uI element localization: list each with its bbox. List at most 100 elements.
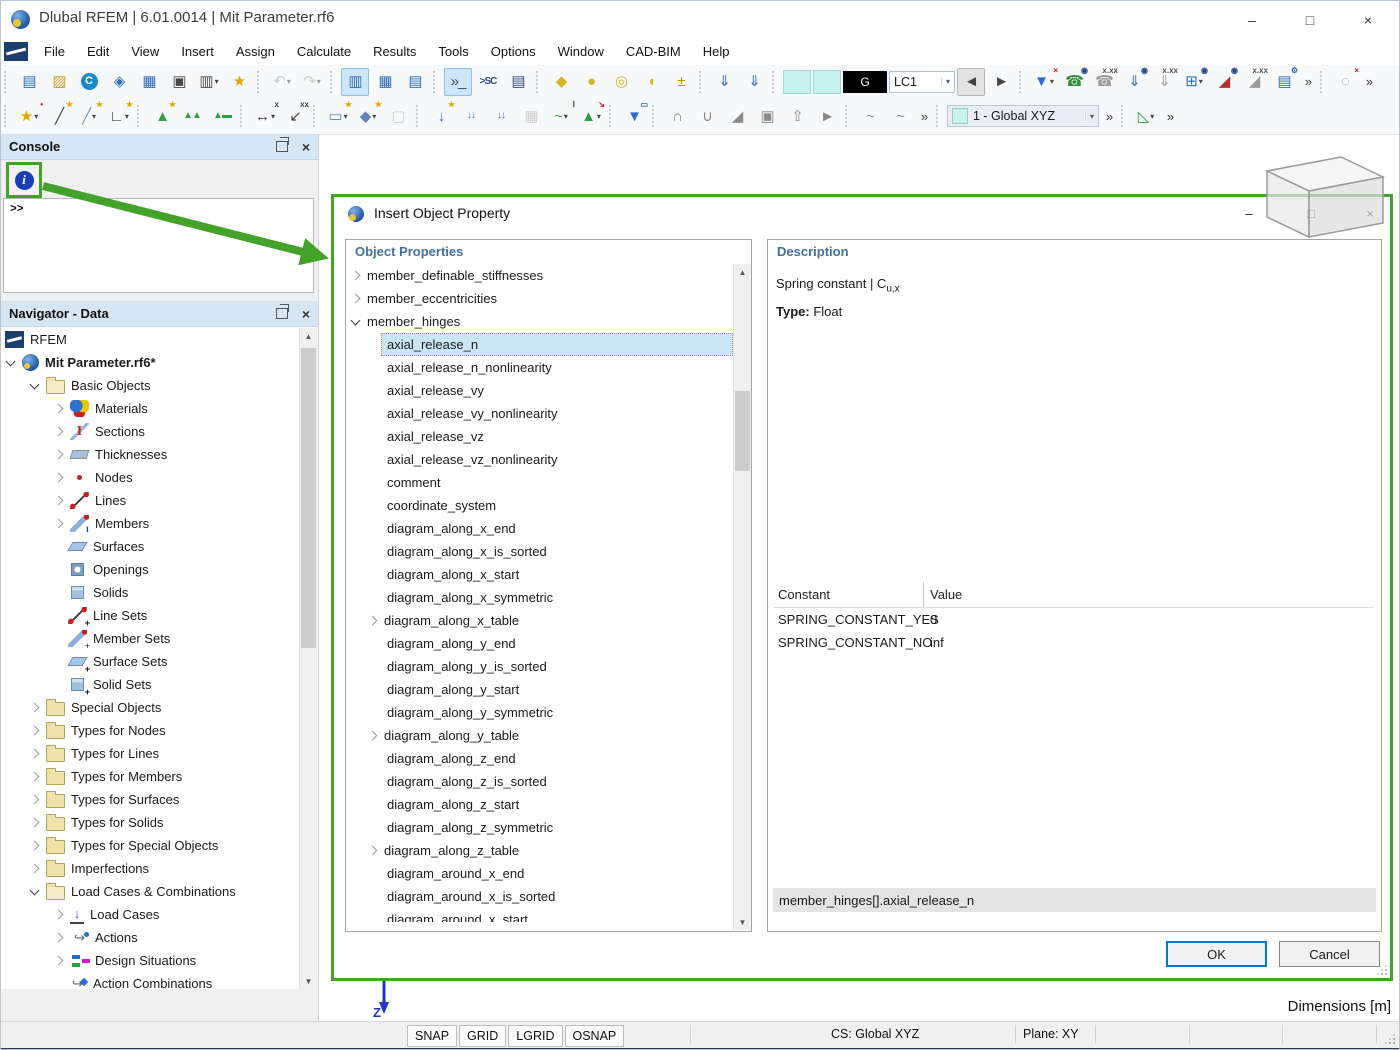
chevron-down-icon[interactable]: ▾ [1084,111,1094,121]
new-nodal-load-button[interactable]: ↓ ★ [427,101,455,130]
menu-edit[interactable]: Edit [76,40,120,63]
more-display-button[interactable]: » [1300,69,1316,95]
menu-calculate[interactable]: Calculate [286,40,362,63]
load-distribution-icon[interactable]: ⇓ [740,68,768,96]
scroll-down-icon[interactable]: ▼ [300,973,317,989]
statusbar-toggle-lgrid[interactable]: LGRID [508,1025,563,1047]
new-surface-button[interactable]: ▭ ★ ▾ [324,101,352,130]
property-item-member-definable-stiffnesses[interactable]: member_definable_stiffnesses [347,264,734,287]
tree-item-surface-sets[interactable]: Surface Sets [1,650,300,674]
prev-load-case-button[interactable]: ◄ [957,67,985,96]
tree-item-solid-sets[interactable]: Solid Sets [1,673,300,697]
new-line-support-button[interactable]: ▲▲ [178,102,206,130]
console-info-button[interactable]: i [6,162,42,198]
scrollbar-thumb[interactable] [301,348,316,648]
select-ellipse-tool[interactable]: ● [577,68,605,96]
chevron-right-icon[interactable] [29,702,40,713]
chevron-right-icon[interactable] [53,403,64,414]
chevron-down-icon[interactable]: ▾ [564,112,568,121]
new-member-load-button[interactable]: ↓↓ [487,102,515,130]
select-special-tool[interactable]: ± [667,68,695,96]
new-surface-support-button[interactable]: ▲▬ [208,102,236,130]
more-plane-button[interactable]: » [1162,103,1178,129]
navigator-scrollbar[interactable]: ▲ ▼ [299,328,318,989]
new-line-load-button[interactable]: ↓↓ [457,102,485,130]
chevron-down-icon[interactable]: ▾ [92,112,96,121]
select-polygon-tool[interactable]: ◆ [547,68,575,96]
dialog-minimize-button[interactable]: – [1234,202,1264,224]
menu-window[interactable]: Window [547,40,615,63]
console-output[interactable]: >> [3,198,314,293]
float-panel-icon[interactable] [275,137,289,152]
numbering-visibility-icon[interactable]: ☎ ◉ [1060,66,1088,96]
tree-item-load-cases[interactable]: Load Cases [1,903,300,926]
tree-item-types-for-surfaces[interactable]: Types for Surfaces [1,788,300,811]
tree-item-actions[interactable]: Actions [1,926,300,949]
new-member-hinge-button[interactable]: ~ I ▾ [547,101,575,130]
menu-tools[interactable]: Tools [427,40,479,63]
tree-item-thicknesses[interactable]: Thicknesses [1,443,300,466]
dialog-resize-grip[interactable] [1377,965,1387,975]
numbering-values-icon[interactable]: ☎ x.xx [1090,66,1118,96]
result-values-icon[interactable]: ◢ x.xx [1240,66,1268,96]
tree-item-imperfections[interactable]: Imperfections [1,857,300,880]
close-panel-icon[interactable]: × [302,139,310,155]
chevron-right-icon[interactable] [29,817,40,828]
visibility-filter-button[interactable]: ▼ ▭ [620,101,648,130]
model-manager-icon[interactable]: ◈ [105,68,133,96]
open-model-button[interactable]: ▨ [45,68,73,96]
chevron-right-icon[interactable] [53,449,64,460]
property-item-axial-release-n-nonlinearity[interactable]: axial_release_n_nonlinearity [347,356,734,379]
property-item-diagram-along-x-start[interactable]: diagram_along_x_start [347,563,734,586]
chevron-right-icon[interactable] [29,725,40,736]
result-diagram-smooth-icon[interactable]: ~ [856,102,884,130]
chevron-right-icon[interactable] [350,293,361,304]
chevron-down-icon[interactable]: ▾ [215,77,219,86]
new-solid-button[interactable]: ◆ ★ ▾ [354,101,382,130]
render-wireframe-icon[interactable]: ∩ [663,102,691,130]
chevron-right-icon[interactable] [53,932,64,943]
scrollbar-thumb[interactable] [735,391,750,471]
redo-button[interactable]: ↷ ▾ [298,68,326,96]
chevron-down-icon[interactable]: ▾ [317,77,321,86]
color-swatch-1[interactable] [783,69,811,94]
menu-insert[interactable]: Insert [170,40,225,63]
script-editor-toggle[interactable]: >SC [474,68,502,96]
chevron-right-icon[interactable] [53,518,64,529]
chevron-right-icon[interactable] [367,845,378,856]
property-item-diagram-along-y-end[interactable]: diagram_along_y_end [347,632,734,655]
menu-options[interactable]: Options [480,40,547,63]
tree-item-types-for-special-objects[interactable]: Types for Special Objects [1,834,300,857]
new-polyline-button[interactable]: ∟ ★ ▾ [105,101,133,130]
statusbar-toggle-osnap[interactable]: OSNAP [564,1025,625,1047]
tree-item-solids[interactable]: Solids [1,581,300,604]
filter-deactivate-button[interactable]: ▼ × ▾ [1030,66,1058,96]
render-texture-icon[interactable]: ▣ [753,102,781,130]
new-node-button[interactable]: ★ • ▾ [15,101,43,130]
property-item-diagram-around-x-start[interactable]: diagram_around_x_start [347,908,734,922]
menu-help[interactable]: Help [692,40,741,63]
result-diagram-steps-icon[interactable]: ~ [886,102,914,130]
result-diagram-visibility-icon[interactable]: ◢ ◉ [1210,66,1238,96]
property-item-diagram-along-y-table[interactable]: diagram_along_y_table [347,724,734,747]
zoom-deactivate-button[interactable]: ◌ × [1331,66,1359,96]
tree-item-member-sets[interactable]: Member Sets [1,627,300,651]
navigator-toggle[interactable]: ▥ [341,67,369,96]
chevron-right-icon[interactable] [53,426,64,437]
tree-item-line-sets[interactable]: Line Sets [1,604,300,628]
color-swatch-2[interactable] [813,69,841,94]
property-item-diagram-along-z-end[interactable]: diagram_along_z_end [347,747,734,770]
more-render-button[interactable]: » [916,103,932,129]
chevron-right-icon[interactable] [29,748,40,759]
property-item-diagram-along-x-table[interactable]: diagram_along_x_table [347,609,734,632]
property-item-diagram-along-y-symmetric[interactable]: diagram_along_y_symmetric [347,701,734,724]
select-lasso-tool[interactable]: ◖ [637,68,665,96]
chevron-right-icon[interactable] [53,909,64,920]
tree-item-types-for-solids[interactable]: Types for Solids [1,811,300,834]
tree-item-sections[interactable]: Sections [1,420,300,443]
chevron-down-icon[interactable] [5,356,16,366]
chevron-right-icon[interactable] [350,270,361,281]
property-item-axial-release-vz[interactable]: axial_release_vz [347,425,734,448]
dlubal-center-icon[interactable]: C [75,68,103,96]
chevron-down-icon[interactable]: ▾ [125,112,129,121]
